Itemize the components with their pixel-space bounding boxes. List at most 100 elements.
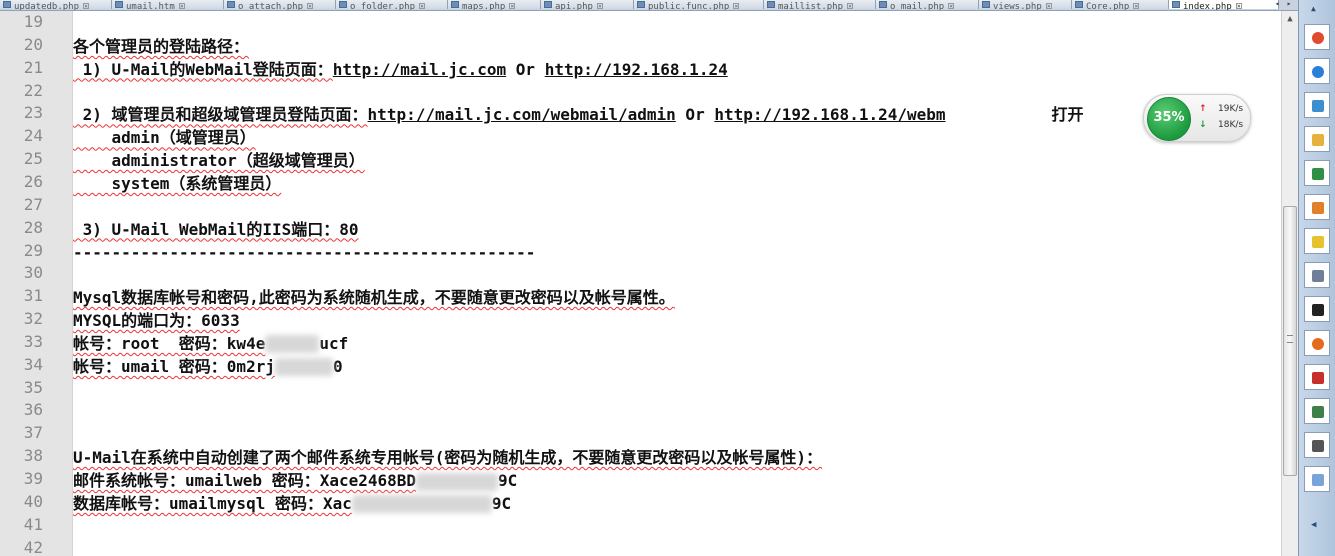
tab-close-icon[interactable]: × bbox=[847, 3, 854, 10]
url-link[interactable]: http://192.168.1.24/webm bbox=[714, 105, 945, 124]
upload-rate: 19K/s bbox=[1218, 104, 1244, 114]
tab-0[interactable]: updatedb.php × bbox=[0, 0, 112, 11]
launcher-glyph bbox=[1312, 134, 1324, 146]
file-icon bbox=[339, 1, 347, 8]
code-line: MYSQL的端口为：6033 bbox=[73, 309, 240, 332]
tab-4[interactable]: maps.php × bbox=[448, 0, 541, 10]
code-line: admin（域管理员） bbox=[73, 126, 256, 149]
tab-scroll-left-icon[interactable]: ◂ bbox=[1271, 0, 1283, 10]
box-icon[interactable] bbox=[1304, 194, 1330, 220]
chrome-icon[interactable] bbox=[1304, 24, 1330, 50]
code-line: 2) 域管理员和超级域管理员登陆页面：http://mail.jc.com/we… bbox=[73, 103, 1084, 126]
line-text: ----------------------------------------… bbox=[73, 242, 536, 262]
tool-icon[interactable] bbox=[1304, 364, 1330, 390]
tab-label: index.php bbox=[1183, 2, 1232, 11]
line-text: 9C bbox=[491, 493, 512, 513]
line-number: 34 bbox=[23, 354, 43, 374]
file-icon bbox=[1075, 1, 1083, 8]
app-icon[interactable] bbox=[1304, 92, 1330, 118]
line-number: 28 bbox=[23, 217, 43, 237]
url-link[interactable]: http://192.168.1.24 bbox=[545, 60, 728, 79]
network-speed-widget[interactable]: 35% ↑ 19K/s ↓ 18K/s bbox=[1143, 94, 1251, 142]
file-icon bbox=[544, 1, 552, 8]
launcher-glyph bbox=[1312, 304, 1324, 316]
tab-close-icon[interactable]: × bbox=[307, 3, 314, 10]
url-link[interactable]: http://mail.jc.com/webmail/admin bbox=[368, 105, 676, 124]
launcher-glyph bbox=[1312, 100, 1324, 112]
tab-label: o_mail.php bbox=[890, 2, 945, 11]
line-number: 32 bbox=[23, 309, 43, 329]
line-number: 29 bbox=[23, 240, 43, 260]
line-number: 36 bbox=[23, 400, 43, 420]
app2-icon[interactable] bbox=[1304, 398, 1330, 424]
tab-2[interactable]: o_attach.php × bbox=[224, 0, 336, 10]
firefox-icon[interactable] bbox=[1304, 330, 1330, 356]
tab-close-icon[interactable]: × bbox=[1045, 3, 1052, 10]
tab-close-icon[interactable]: × bbox=[419, 3, 426, 10]
code-line: 数据库帐号：umailmysql 密码：Xac 9C bbox=[73, 492, 511, 515]
document-tab-bar: updatedb.php × umail.htm × o_attach.php × o_fo… bbox=[0, 0, 1305, 11]
line-text: admin（域管理员） bbox=[73, 128, 256, 148]
file-icon bbox=[982, 1, 990, 8]
tab-3[interactable]: o_folder.php × bbox=[336, 0, 448, 10]
network-usage-percent: 35% bbox=[1147, 97, 1191, 141]
line-text: Mysql数据库帐号和密码,此密码为系统随机生成，不要随意更改密码以及帐号属性。 bbox=[73, 288, 675, 308]
line-text: 0 bbox=[332, 356, 343, 376]
tab-6[interactable]: public.func.php × bbox=[634, 0, 764, 11]
tab-close-icon[interactable]: × bbox=[596, 3, 603, 10]
line-text: administrator（超级域管理员） bbox=[73, 151, 365, 171]
line-text: 数据库帐号：umailmysql 密码：Xac bbox=[73, 493, 352, 513]
launcher-glyph bbox=[1312, 372, 1324, 384]
file-icon bbox=[767, 1, 775, 8]
tab-close-icon[interactable]: × bbox=[83, 3, 90, 10]
tab-close-icon[interactable]: × bbox=[733, 3, 740, 10]
file-icon bbox=[879, 1, 887, 8]
tab-7[interactable]: maillist.php × bbox=[764, 0, 876, 11]
folder-icon[interactable] bbox=[1304, 126, 1330, 152]
tab-close-icon[interactable]: × bbox=[1235, 3, 1242, 10]
launcher-up-icon[interactable]: ▲ bbox=[1311, 4, 1316, 13]
ie-icon[interactable] bbox=[1304, 58, 1330, 84]
code-line: 1) U-Mail的WebMail登陆页面：http://mail.jc.com… bbox=[73, 58, 728, 81]
launcher-glyph bbox=[1312, 32, 1324, 44]
line-number: 19 bbox=[23, 12, 43, 31]
file-icon bbox=[1172, 1, 1180, 8]
tab-scroll-right-icon[interactable]: ▸ bbox=[1283, 0, 1295, 10]
cmd-icon[interactable] bbox=[1304, 296, 1330, 322]
scrollbar-thumb[interactable] bbox=[1283, 206, 1297, 476]
vertical-scrollbar[interactable]: ▲ bbox=[1281, 11, 1298, 556]
launcher-collapse-icon[interactable]: ◀ bbox=[1311, 520, 1316, 530]
text-editor-area[interactable]: 各个管理员的登陆路径： 1) U-Mail的WebMail登陆页面：http:/… bbox=[73, 11, 1281, 556]
line-text: 9C bbox=[498, 471, 518, 490]
line-number: 41 bbox=[23, 514, 43, 534]
upload-arrow-icon: ↑ bbox=[1199, 104, 1207, 114]
url-link[interactable]: http://mail.jc.com bbox=[333, 60, 506, 79]
doc-icon[interactable] bbox=[1304, 262, 1330, 288]
tab-1[interactable]: umail.htm × bbox=[112, 0, 224, 10]
tab-close-icon[interactable]: × bbox=[178, 3, 185, 10]
tab-close-icon[interactable]: × bbox=[509, 3, 516, 10]
tab-label: maillist.php bbox=[778, 2, 844, 11]
line-text: 邮件系统帐号：umailweb 密码：Xace2468BD bbox=[73, 471, 417, 490]
tab-11[interactable]: index.php × bbox=[1169, 0, 1279, 11]
app4-icon[interactable] bbox=[1304, 466, 1330, 492]
tab-label: updatedb.php bbox=[14, 2, 80, 11]
app3-icon[interactable] bbox=[1304, 432, 1330, 458]
launcher-glyph bbox=[1312, 236, 1324, 248]
tab-10[interactable]: Core.php × bbox=[1072, 0, 1169, 10]
line-number: 25 bbox=[23, 149, 43, 169]
tab-8[interactable]: o_mail.php × bbox=[876, 0, 979, 11]
redacted-blur bbox=[265, 335, 320, 354]
star-icon[interactable] bbox=[1304, 228, 1330, 254]
scroll-up-icon[interactable]: ▲ bbox=[1282, 11, 1298, 27]
line-number: 39 bbox=[23, 469, 43, 488]
line-text: 各个管理员的登陆路径： bbox=[73, 36, 250, 56]
tab-close-icon[interactable]: × bbox=[1133, 3, 1140, 10]
tab-close-icon[interactable]: × bbox=[948, 3, 955, 10]
excel-icon[interactable] bbox=[1304, 160, 1330, 186]
tab-5[interactable]: api.php × bbox=[541, 0, 634, 10]
line-text: 1) U-Mail的WebMail登陆页面： bbox=[73, 59, 333, 79]
tab-9[interactable]: views.php × bbox=[979, 0, 1072, 10]
tab-label: public.func.php bbox=[648, 2, 730, 11]
line-number: 22 bbox=[23, 80, 43, 100]
